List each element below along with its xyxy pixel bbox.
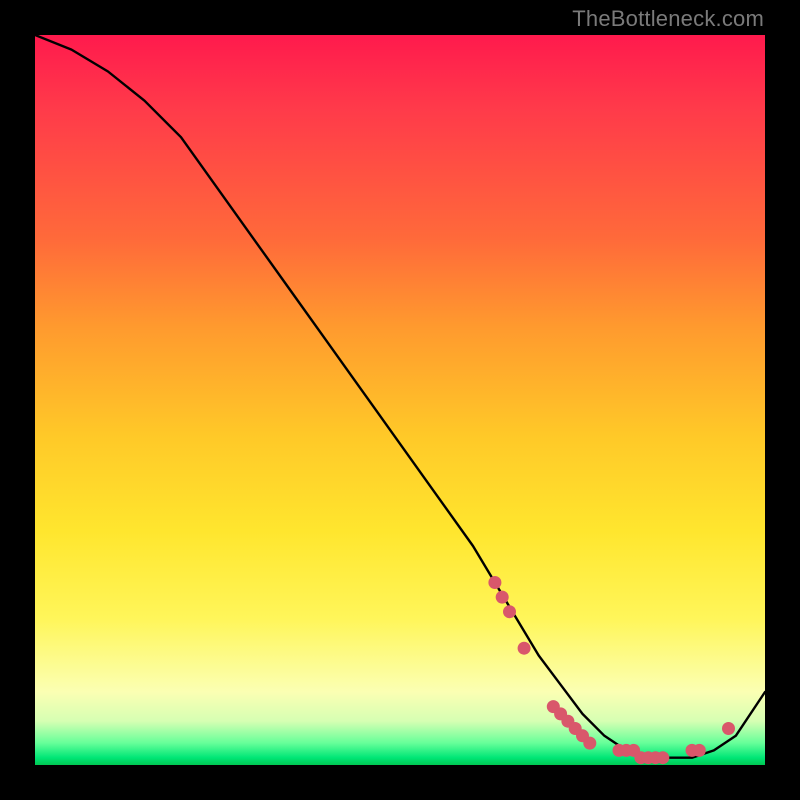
marker-dot xyxy=(518,642,531,655)
chart-frame: TheBottleneck.com xyxy=(0,0,800,800)
curve-overlay xyxy=(35,35,765,765)
marker-dot xyxy=(583,737,596,750)
marker-dot xyxy=(488,576,501,589)
marker-dot xyxy=(496,591,509,604)
plot-area xyxy=(35,35,765,765)
main-curve xyxy=(35,35,765,758)
marker-dot xyxy=(656,751,669,764)
marker-group xyxy=(488,576,735,764)
watermark-text: TheBottleneck.com xyxy=(572,6,764,32)
marker-dot xyxy=(693,744,706,757)
marker-dot xyxy=(503,605,516,618)
marker-dot xyxy=(722,722,735,735)
